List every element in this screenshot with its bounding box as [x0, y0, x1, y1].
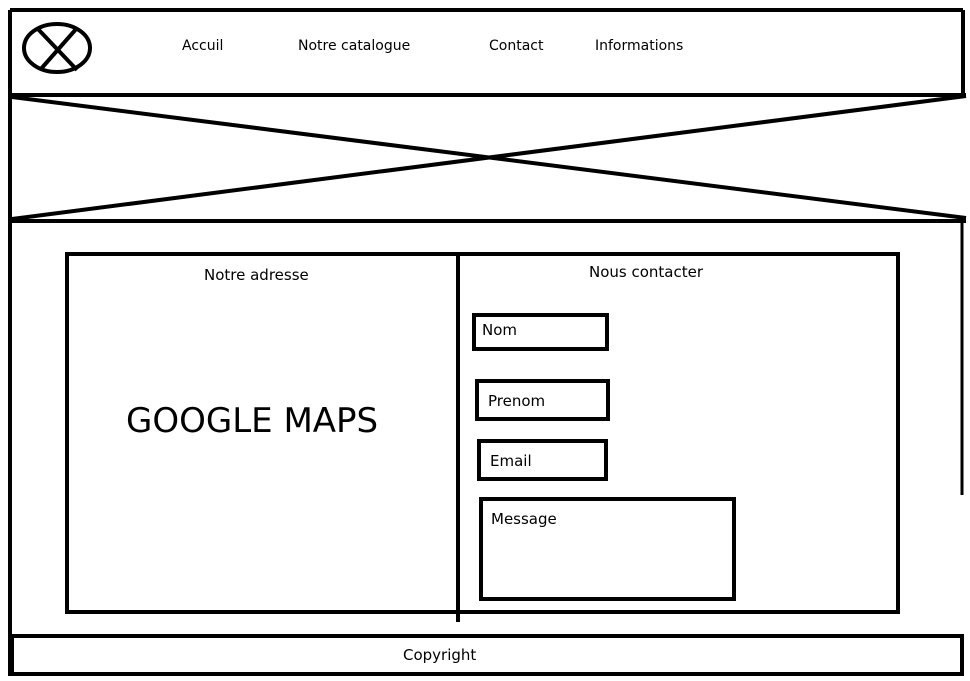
footer	[10, 634, 964, 676]
nom-field[interactable]: Nom	[472, 313, 609, 351]
prenom-field-label: Prenom	[488, 392, 546, 410]
message-field[interactable]: Message	[479, 497, 736, 601]
message-field-label: Message	[491, 510, 557, 528]
prenom-field[interactable]: Prenom	[475, 379, 610, 421]
column-divider	[456, 254, 460, 622]
address-title: Notre adresse	[204, 266, 309, 284]
google-maps-placeholder[interactable]: GOOGLE MAPS	[126, 401, 378, 441]
email-field-label: Email	[490, 452, 532, 470]
nom-field-label: Nom	[482, 321, 518, 339]
contact-title: Nous contacter	[589, 263, 704, 281]
email-field[interactable]: Email	[477, 439, 608, 481]
copyright-text: Copyright	[403, 646, 477, 664]
